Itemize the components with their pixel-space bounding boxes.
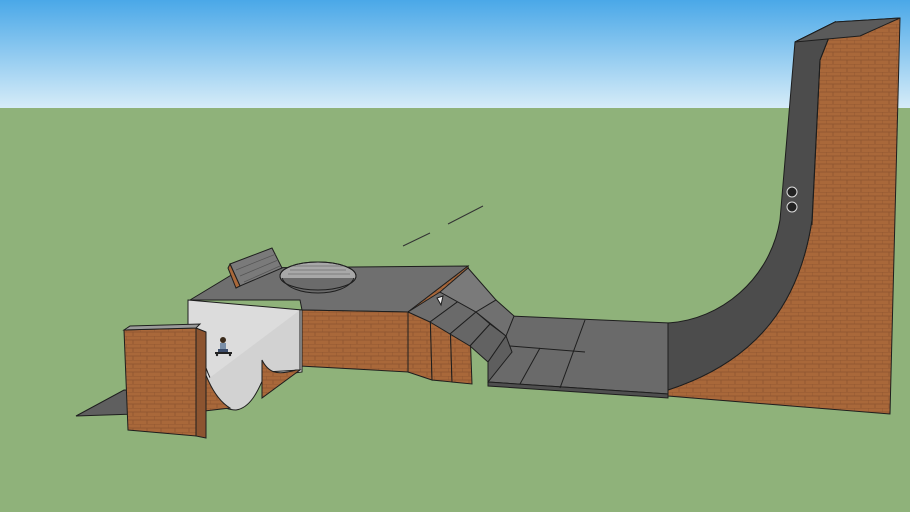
sky [0, 0, 910, 108]
floor-slab [487, 315, 671, 399]
wheel-icon [786, 186, 798, 198]
skatepark-scene [0, 0, 910, 512]
wheel-icon [786, 201, 798, 213]
brick-wall-left [122, 323, 207, 439]
